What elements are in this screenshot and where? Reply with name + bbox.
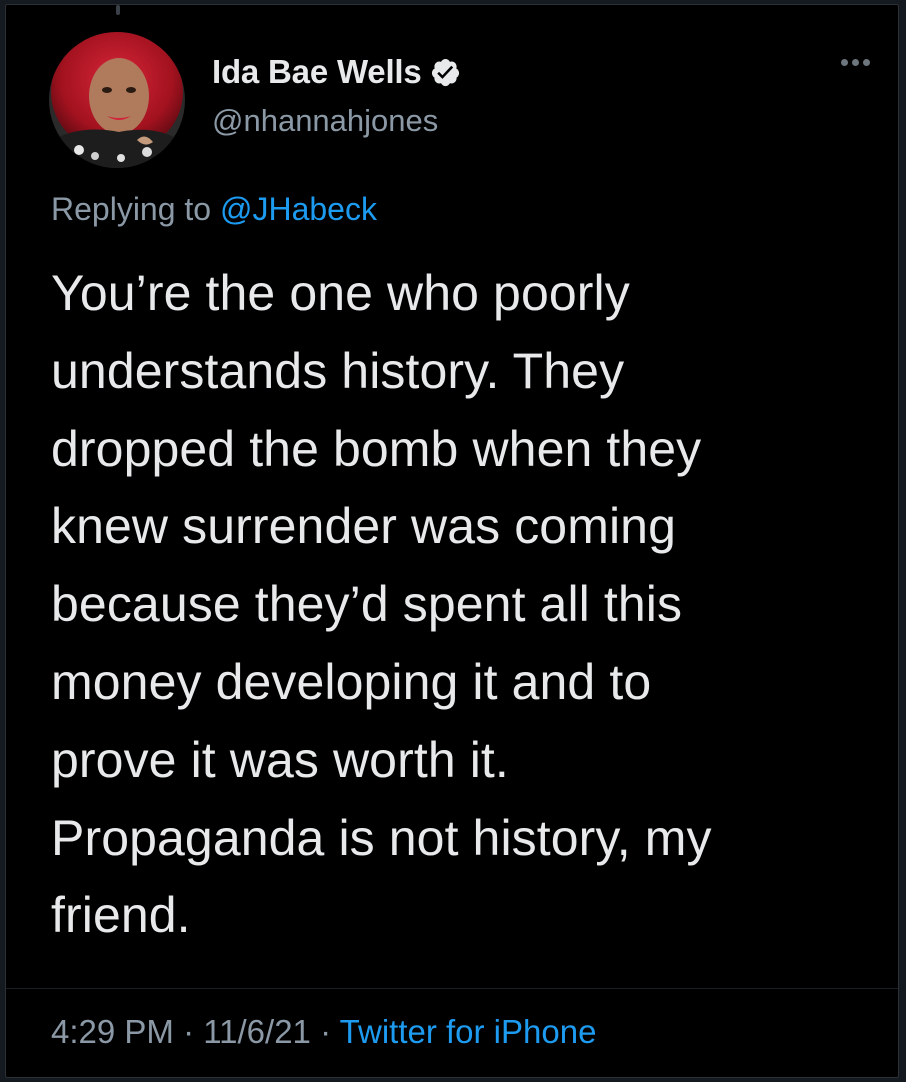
tweet-metadata: 4:29 PM · 11/6/21 · Twitter for iPhone <box>51 1013 596 1051</box>
author-name-row: Ida Bae Wells <box>212 53 461 91</box>
tweet-source-link[interactable]: Twitter for iPhone <box>340 1013 597 1050</box>
profile-photo-icon <box>49 32 185 168</box>
author-handle[interactable]: @nhannahjones <box>212 103 438 139</box>
more-dot <box>863 59 870 66</box>
tweet-time[interactable]: 4:29 PM <box>51 1013 174 1050</box>
tweet-date[interactable]: 11/6/21 <box>203 1013 311 1050</box>
tweet-card: Ida Bae Wells @nhannahjones Replying to … <box>5 4 899 1078</box>
avatar[interactable] <box>49 32 185 168</box>
tweet-body-text: You’re the one who poorly understands hi… <box>51 265 712 944</box>
more-dot <box>852 59 859 66</box>
meta-separator: · <box>320 1013 332 1050</box>
replying-to-line: Replying to @JHabeck <box>51 191 377 228</box>
author-display-name[interactable]: Ida Bae Wells <box>212 53 422 91</box>
screenshot-frame: Ida Bae Wells @nhannahjones Replying to … <box>0 0 906 1082</box>
thread-connector-line <box>116 5 120 15</box>
replying-prefix: Replying to <box>51 191 212 227</box>
divider <box>6 988 898 989</box>
more-options-icon[interactable] <box>841 59 870 66</box>
replying-to-mention[interactable]: @JHabeck <box>220 191 377 227</box>
verified-badge-icon <box>430 57 461 88</box>
more-dot <box>841 59 848 66</box>
meta-separator: · <box>183 1013 195 1050</box>
